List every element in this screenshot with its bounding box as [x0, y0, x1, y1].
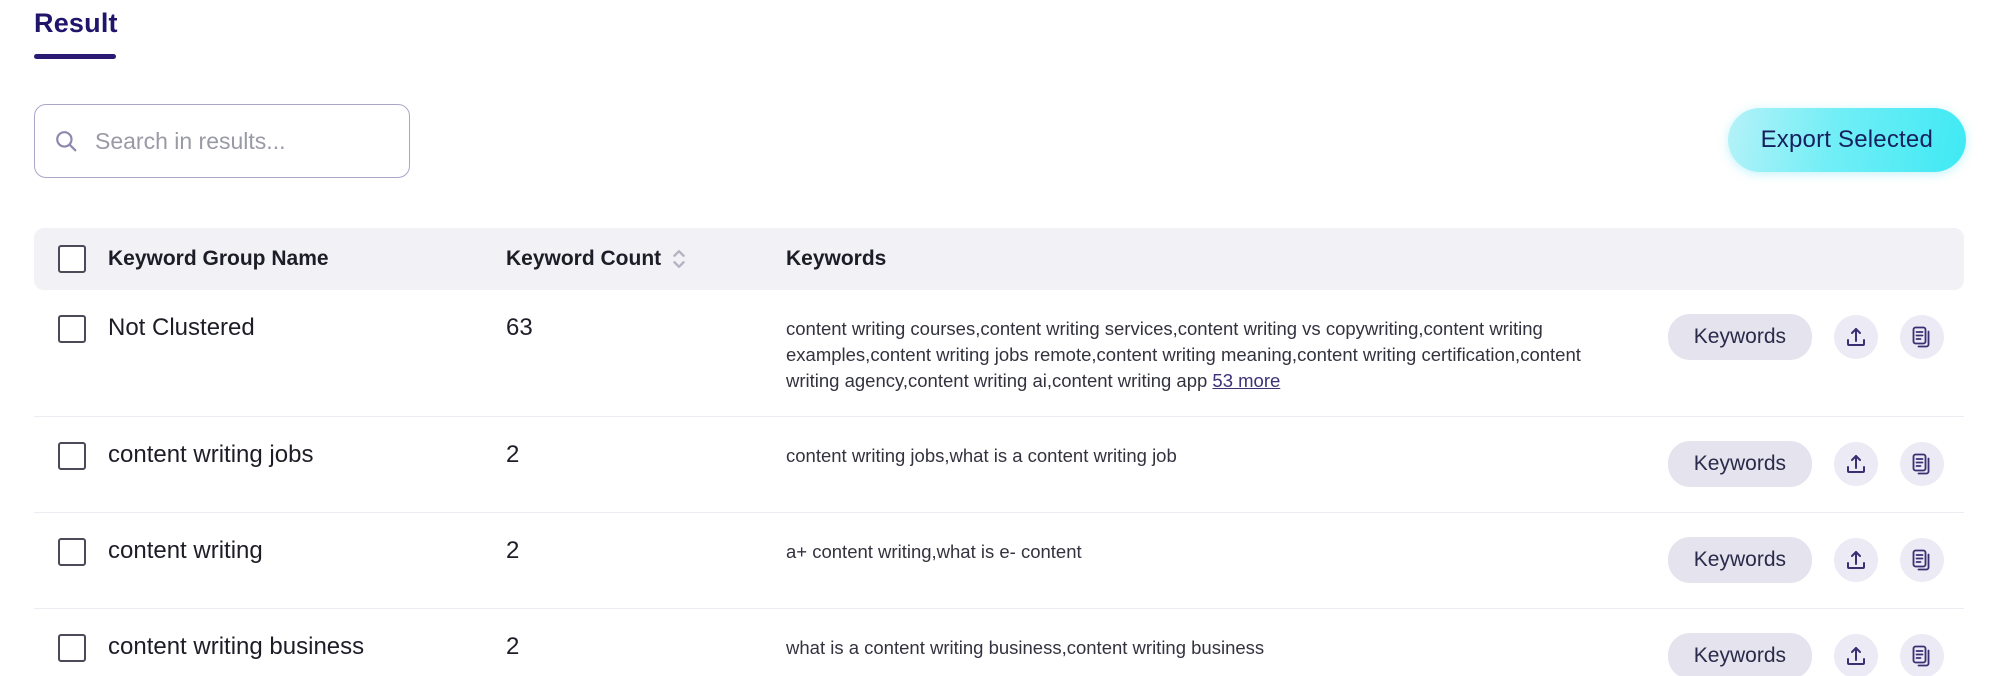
row-checkbox[interactable]: [58, 538, 86, 566]
results-table: Keyword Group Name Keyword Count Keyword…: [34, 228, 1964, 676]
upload-button[interactable]: [1834, 538, 1878, 582]
column-header-keywords[interactable]: Keywords: [786, 247, 1634, 271]
row-actions: Keywords: [1634, 312, 1964, 360]
upload-button[interactable]: [1834, 315, 1878, 359]
copy-documents-icon: [1912, 645, 1930, 667]
cell-keyword-count: 2: [506, 537, 520, 564]
export-selected-button[interactable]: Export Selected: [1727, 108, 1966, 172]
cell-group-name: content writing jobs: [108, 441, 314, 468]
row-checkbox[interactable]: [58, 634, 86, 662]
cell-group-name: content writing: [108, 537, 263, 564]
table-row[interactable]: Not Clustered 63 content writing courses…: [34, 290, 1964, 417]
copy-button[interactable]: [1900, 442, 1944, 486]
select-all-checkbox[interactable]: [58, 245, 86, 273]
tab-result[interactable]: Result: [34, 6, 154, 59]
copy-button[interactable]: [1900, 538, 1944, 582]
row-actions: Keywords: [1634, 535, 1964, 583]
column-header-keyword-count-label: Keyword Count: [506, 247, 662, 270]
row-select-cell: [58, 535, 94, 566]
copy-documents-icon: [1912, 326, 1930, 348]
cell-keyword-count: 2: [506, 633, 520, 660]
upload-button[interactable]: [1834, 634, 1878, 676]
cell-keywords-text: content writing courses,content writing …: [786, 318, 1581, 391]
show-more-link[interactable]: 53 more: [1212, 370, 1280, 391]
upload-button[interactable]: [1834, 442, 1878, 486]
row-select-cell: [58, 312, 94, 343]
tab-active-underline: [34, 54, 116, 59]
search-input[interactable]: [95, 105, 391, 177]
row-checkbox[interactable]: [58, 442, 86, 470]
table-row[interactable]: content writing jobs 2 content writing j…: [34, 417, 1964, 513]
sort-chevrons-icon[interactable]: [671, 246, 687, 272]
copy-button[interactable]: [1900, 634, 1944, 676]
result-panel: Result Export Selected Keyword Group Nam…: [0, 0, 2000, 676]
table-row[interactable]: content writing 2 a+ content writing,wha…: [34, 513, 1964, 609]
row-actions: Keywords: [1634, 631, 1964, 676]
keywords-button[interactable]: Keywords: [1667, 314, 1812, 360]
upload-icon: [1847, 328, 1865, 346]
search-container[interactable]: [34, 104, 410, 178]
page-title: Result: [34, 8, 118, 38]
row-select-cell: [58, 631, 94, 662]
cell-keywords: what is a content writing business,conte…: [786, 637, 1265, 658]
cell-keyword-count: 2: [506, 441, 520, 468]
cell-keywords: a+ content writing,what is e- content: [786, 541, 1082, 562]
upload-icon: [1847, 647, 1865, 665]
row-actions: Keywords: [1634, 439, 1964, 487]
keywords-button[interactable]: Keywords: [1667, 441, 1812, 487]
table-header-row: Keyword Group Name Keyword Count Keyword…: [34, 228, 1964, 290]
column-header-keyword-count[interactable]: Keyword Count: [506, 246, 786, 272]
search-icon: [56, 131, 77, 152]
copy-documents-icon: [1912, 453, 1930, 475]
column-header-keyword-group-name[interactable]: Keyword Group Name: [94, 247, 506, 271]
cell-keyword-count: 63: [506, 314, 533, 341]
upload-icon: [1847, 455, 1865, 473]
row-checkbox[interactable]: [58, 315, 86, 343]
cell-keywords: content writing courses,content writing …: [786, 312, 1634, 394]
keywords-button[interactable]: Keywords: [1667, 537, 1812, 583]
upload-icon: [1847, 551, 1865, 569]
copy-documents-icon: [1912, 549, 1930, 571]
cell-keywords: content writing jobs,what is a content w…: [786, 445, 1177, 466]
keywords-button[interactable]: Keywords: [1667, 633, 1812, 676]
table-row[interactable]: content writing business 2 what is a con…: [34, 609, 1964, 676]
row-select-cell: [58, 439, 94, 470]
cell-group-name: content writing business: [108, 633, 365, 660]
select-all-cell: [58, 245, 94, 273]
copy-button[interactable]: [1900, 315, 1944, 359]
cell-group-name: Not Clustered: [108, 314, 255, 341]
